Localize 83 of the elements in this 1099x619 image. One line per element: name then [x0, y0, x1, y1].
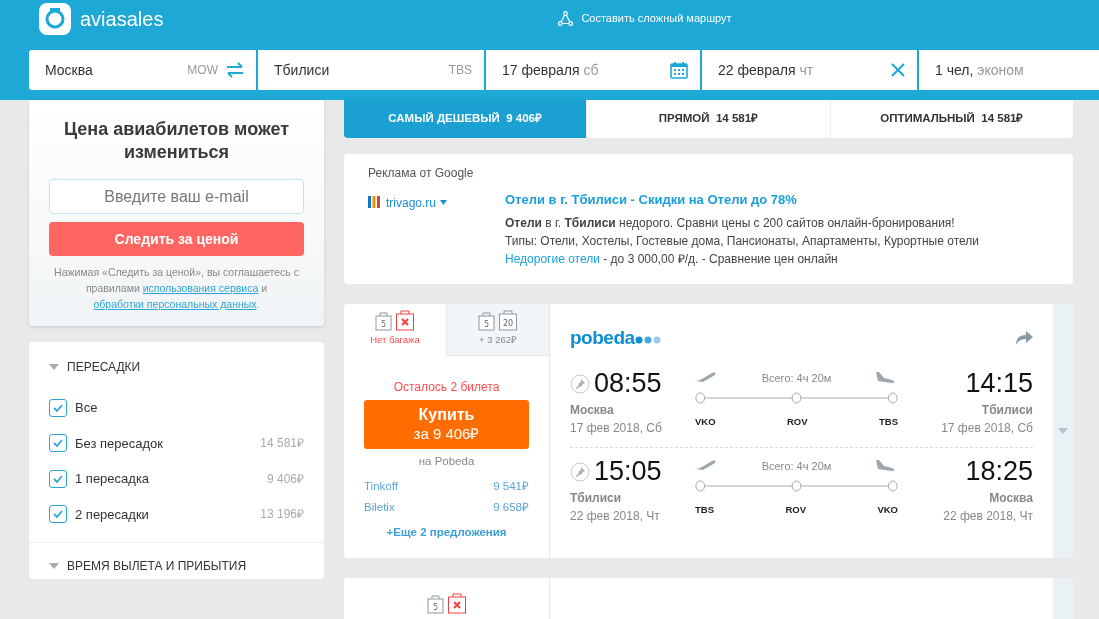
watch-price-button[interactable]: Следить за ценой [49, 222, 304, 256]
ad-text: Отели в г. Тбилиси недорого. Сравни цены с 200 сайтов онлайн-бронирования! [505, 214, 956, 232]
ad-link[interactable]: Недорогие отели [505, 251, 600, 266]
arrival-date: 22 фев 2018, Чт [942, 508, 1033, 525]
seller-text: на Pobeda [418, 453, 475, 469]
arrival-time: 18:25 [964, 458, 1033, 485]
duration-text: Всего: 4ч 20м [761, 371, 832, 386]
sort-tab[interactable]: САМЫЙ ДЕШЕВЫЙ 9 406₽ [344, 100, 587, 138]
close-icon[interactable] [891, 63, 905, 77]
origin-field[interactable]: Москва MOW [29, 50, 256, 90]
departure-city: Тбилиси [570, 490, 623, 507]
return-date-field[interactable]: 22 февраля чт [702, 50, 917, 90]
email-field[interactable]: Введите ваш e-mail [49, 179, 304, 214]
airport-code: TBS [695, 502, 714, 517]
ad-label: Реклама от Google [368, 165, 475, 182]
offer-price-link[interactable]: 9 541₽ [493, 477, 529, 495]
baggage-option[interactable]: 5 20 + 3 262₽ [446, 303, 549, 356]
pin-icon[interactable] [570, 373, 590, 394]
offer-price-link[interactable]: 9 658₽ [493, 499, 529, 517]
ad-title-link[interactable]: Отели в г. Тбилиси - Скидки на Отели до 78% [505, 190, 979, 210]
check-icon [53, 510, 63, 519]
expand-caret-icon[interactable] [49, 563, 59, 569]
airport-code: TBS [879, 414, 898, 429]
airport-code: VKO [695, 414, 716, 429]
agency-link[interactable]: Biletix [364, 499, 395, 517]
privacy-policy-link[interactable]: обработки персональных данных [93, 298, 257, 310]
terms-text: Нажимая «Следить за ценой», вы соглашаетесь с правилами использования сервиса и обработки персональных данных. [53, 265, 300, 312]
airport-code: ROV [785, 502, 806, 517]
checkbox[interactable] [49, 434, 67, 453]
sort-tab[interactable]: ОПТИМАЛЬНЫЙ 14 581₽ [829, 100, 1073, 138]
duration-text: Всего: 4ч 20м [761, 459, 832, 474]
swap-icon[interactable] [226, 62, 244, 78]
filter-title[interactable]: ВРЕМЯ ВЫЛЕТА И ПРИБЫТИЯ [67, 557, 247, 575]
expand-caret-icon [1058, 427, 1068, 434]
checkbox[interactable] [49, 398, 67, 417]
option-label: Все [75, 399, 98, 417]
departure-date: 22 фев 2018, Чт [570, 508, 661, 525]
ad-source-link[interactable]: trivago.ru [386, 194, 437, 212]
agency-link[interactable]: Tinkoff [364, 477, 398, 495]
passengers-field[interactable]: 1 чел, эконом [919, 50, 1099, 90]
filter-title[interactable]: ПЕРЕСАДКИ [67, 358, 141, 376]
option-price: 14 581₽ [260, 435, 304, 453]
airport-code: VKO [877, 502, 898, 517]
checkbox[interactable] [49, 469, 67, 488]
airport-code: ROV [787, 414, 808, 429]
calendar-icon[interactable] [670, 61, 688, 79]
more-offers-link[interactable]: +Еще 2 предложения [386, 524, 507, 542]
price-alert-title: Цена авиабилетов может измениться [62, 118, 291, 163]
buy-button[interactable]: Купить за 9 406₽ [364, 399, 529, 449]
logo-dots-icon [634, 336, 663, 345]
pin-icon[interactable] [570, 461, 590, 482]
trivago-logo-icon [368, 196, 382, 208]
route-icon [558, 10, 574, 26]
share-icon[interactable] [1015, 330, 1033, 345]
arrival-city: Тбилиси [980, 402, 1033, 419]
expand-caret-icon[interactable] [49, 364, 59, 370]
option-price: 13 196₽ [260, 506, 304, 524]
arrival-time: 14:15 [964, 370, 1033, 397]
option-label: Без пересадок [75, 434, 163, 453]
option-label: 1 пересадка [75, 470, 150, 488]
depart-date-field[interactable]: 17 февраля сб [486, 50, 700, 90]
destination-field[interactable]: Тбилиси TBS [258, 50, 484, 90]
checkbox[interactable] [49, 505, 67, 524]
departure-date: 17 фев 2018, Сб [570, 420, 663, 437]
departure-time: 08:55 [594, 370, 662, 397]
option-price: 9 406₽ [266, 470, 304, 488]
ad-text: Типы: Отели, Хостелы, Гостевые дома, Пансионаты, Апартаменты, Курортные отели [505, 232, 979, 250]
arrival-date: 17 фев 2018, Сб [940, 420, 1033, 437]
check-icon [53, 474, 63, 483]
ad-text: Недорогие отели - до 3 000,00 ₽/д. - Сравнение цен онлайн [505, 250, 839, 268]
logo-text: aviasales [80, 7, 164, 32]
dropdown-caret-icon[interactable] [440, 200, 448, 205]
airline-logo-text: pobeda [570, 325, 635, 350]
terms-of-use-link[interactable]: использования сервиса [142, 282, 259, 294]
option-label: 2 пересадки [75, 505, 149, 524]
departure-city: Москва [570, 402, 615, 419]
check-icon [53, 439, 63, 448]
sort-tab[interactable]: ПРЯМОЙ 14 581₽ [586, 100, 830, 138]
check-icon [53, 403, 63, 412]
complex-route-link[interactable]: Составить сложный маршрут [558, 10, 732, 27]
seats-left-text: Осталось 2 билета [393, 378, 500, 396]
departure-time: 15:05 [594, 458, 662, 485]
arrival-city: Москва [988, 490, 1033, 507]
